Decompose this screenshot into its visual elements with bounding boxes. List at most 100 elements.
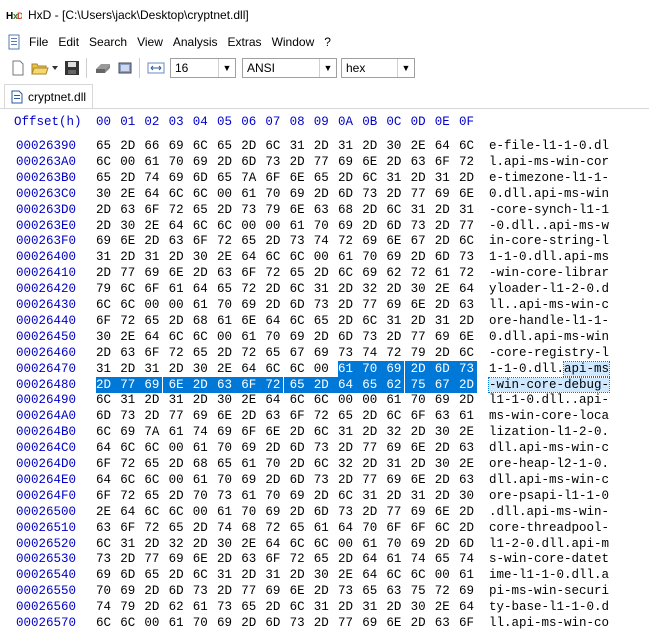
hex-byte[interactable]: 73 [453,360,477,377]
hex-byte[interactable]: 2E [435,599,453,615]
hex-byte[interactable]: 72 [411,265,429,281]
hex-byte[interactable]: 6C [169,186,187,202]
hex-byte[interactable]: 64 [193,281,211,297]
hex-byte[interactable]: 70 [356,360,381,377]
hex-byte[interactable]: 2E [217,361,235,377]
hex-byte[interactable]: 64 [338,520,356,536]
hex-byte[interactable]: 6F [241,265,259,281]
hex-byte[interactable]: 63 [241,551,259,567]
hex-byte[interactable]: 2D [290,504,308,520]
hex-byte[interactable]: 2D [265,599,283,615]
hex-byte[interactable]: 30 [217,392,235,408]
hex-byte[interactable]: 31 [290,138,308,154]
ascii-text[interactable]: ore-psapi-l1-1-0 [489,488,609,504]
hex-byte[interactable]: 6E [290,583,308,599]
hex-byte[interactable]: 64 [96,472,114,488]
hex-byte[interactable]: 61 [217,504,235,520]
hex-byte[interactable]: 30 [193,249,211,265]
ascii-text[interactable]: l1-2-0.dll.api-m [489,536,609,552]
hex-byte[interactable]: 6D [338,186,356,202]
hex-byte[interactable]: 6C [169,329,187,345]
hex-byte[interactable]: 64 [120,504,138,520]
hex-byte[interactable]: 64 [96,440,114,456]
hex-byte[interactable]: 6D [96,408,114,424]
hex-byte[interactable]: 6F [144,345,162,361]
hex-byte[interactable]: 2D [314,615,332,631]
hex-byte[interactable]: 31 [362,488,380,504]
hex-byte[interactable]: 79 [265,202,283,218]
hex-byte[interactable]: 6F [120,520,138,536]
hex-byte[interactable]: 6C [314,424,332,440]
hex-byte[interactable]: 77 [362,297,380,313]
hex-byte[interactable]: 2D [144,583,162,599]
hex-byte[interactable]: 30 [217,536,235,552]
hex-byte[interactable]: 72 [338,233,356,249]
hex-byte[interactable]: 2D [338,551,356,567]
hex-byte[interactable]: 2D [362,138,380,154]
hex-byte[interactable]: 31 [120,536,138,552]
hex-byte[interactable]: 72 [120,313,138,329]
hex-byte[interactable]: 6D [290,440,308,456]
hex-byte[interactable]: 68 [338,202,356,218]
hex-byte[interactable]: 67 [428,376,453,393]
ascii-text[interactable]: .dll.api-ms-win- [489,504,609,520]
hex-byte[interactable]: 6F [144,202,162,218]
hex-byte[interactable]: 69 [265,504,283,520]
hex-byte[interactable]: 69 [362,615,380,631]
hex-byte[interactable]: 61 [459,567,477,583]
hex-byte[interactable]: 69 [338,154,356,170]
ascii-text[interactable]: ll.api-ms-win-co [489,615,609,631]
hex-byte[interactable]: 63 [96,520,114,536]
menu-view[interactable]: View [132,35,168,49]
hex-byte[interactable]: 32 [386,424,404,440]
hex-byte[interactable]: 69 [314,345,332,361]
ascii-text[interactable]: ty-base-l1-1-0.d [489,599,609,615]
hex-byte[interactable]: 69 [241,440,259,456]
hex-byte[interactable]: 6C [144,440,162,456]
hex-byte[interactable]: 77 [386,504,404,520]
hex-byte[interactable]: 73 [193,583,211,599]
hex-byte[interactable]: 00 [144,297,162,313]
hex-byte[interactable]: 30 [435,456,453,472]
hex-byte[interactable]: 70 [169,154,187,170]
hex-byte[interactable]: 2D [193,392,211,408]
hex-byte[interactable]: 73 [217,488,235,504]
menu-extras[interactable]: Extras [223,35,267,49]
hex-row[interactable]: 00026500 2E 64 6C 6C 00 61 70 69 2D 6D 73 2D 77 69 6E 2D… [0,504,649,520]
ascii-text[interactable]: 1-1-0.dll.api-ms [489,249,609,265]
hex-byte[interactable]: 70 [193,488,211,504]
hex-byte[interactable]: 6D [290,297,308,313]
hex-byte[interactable]: 6E [162,376,187,393]
hex-byte[interactable]: 64 [265,536,283,552]
hex-byte[interactable]: 65 [435,551,453,567]
menu-window[interactable]: Window [267,35,320,49]
ascii-text[interactable]: pi-ms-win-securi [489,583,609,599]
hex-byte[interactable]: 73 [338,583,356,599]
hex-byte[interactable]: 61 [362,536,380,552]
hex-byte[interactable]: 32 [362,281,380,297]
hex-byte[interactable]: 2D [265,281,283,297]
hex-byte[interactable]: 00 [217,329,235,345]
hex-byte[interactable]: 72 [241,345,259,361]
tab-cryptnet-dll[interactable]: cryptnet.dll [4,84,94,108]
hex-byte[interactable]: 31 [314,599,332,615]
hex-byte[interactable]: 69 [362,233,380,249]
hex-byte[interactable]: 2D [307,376,332,393]
hex-byte[interactable]: 6E [120,233,138,249]
hex-byte[interactable]: 61 [435,265,453,281]
hex-byte[interactable]: 30 [96,329,114,345]
hex-byte[interactable]: 2D [411,615,429,631]
hex-byte[interactable]: 2D [120,551,138,567]
hex-byte[interactable]: 70 [193,615,211,631]
hex-byte[interactable]: 2D [193,265,211,281]
hex-byte[interactable]: 2D [435,536,453,552]
hex-byte[interactable]: 65 [144,567,162,583]
hex-byte[interactable]: 00 [314,249,332,265]
hex-byte[interactable]: 73 [338,345,356,361]
hex-byte[interactable]: 6F [386,520,404,536]
hex-byte[interactable]: 69 [386,297,404,313]
hex-byte[interactable]: 77 [338,615,356,631]
hex-byte[interactable]: 2E [459,424,477,440]
hex-byte[interactable]: 2D [459,313,477,329]
hex-byte[interactable]: 70 [265,186,283,202]
